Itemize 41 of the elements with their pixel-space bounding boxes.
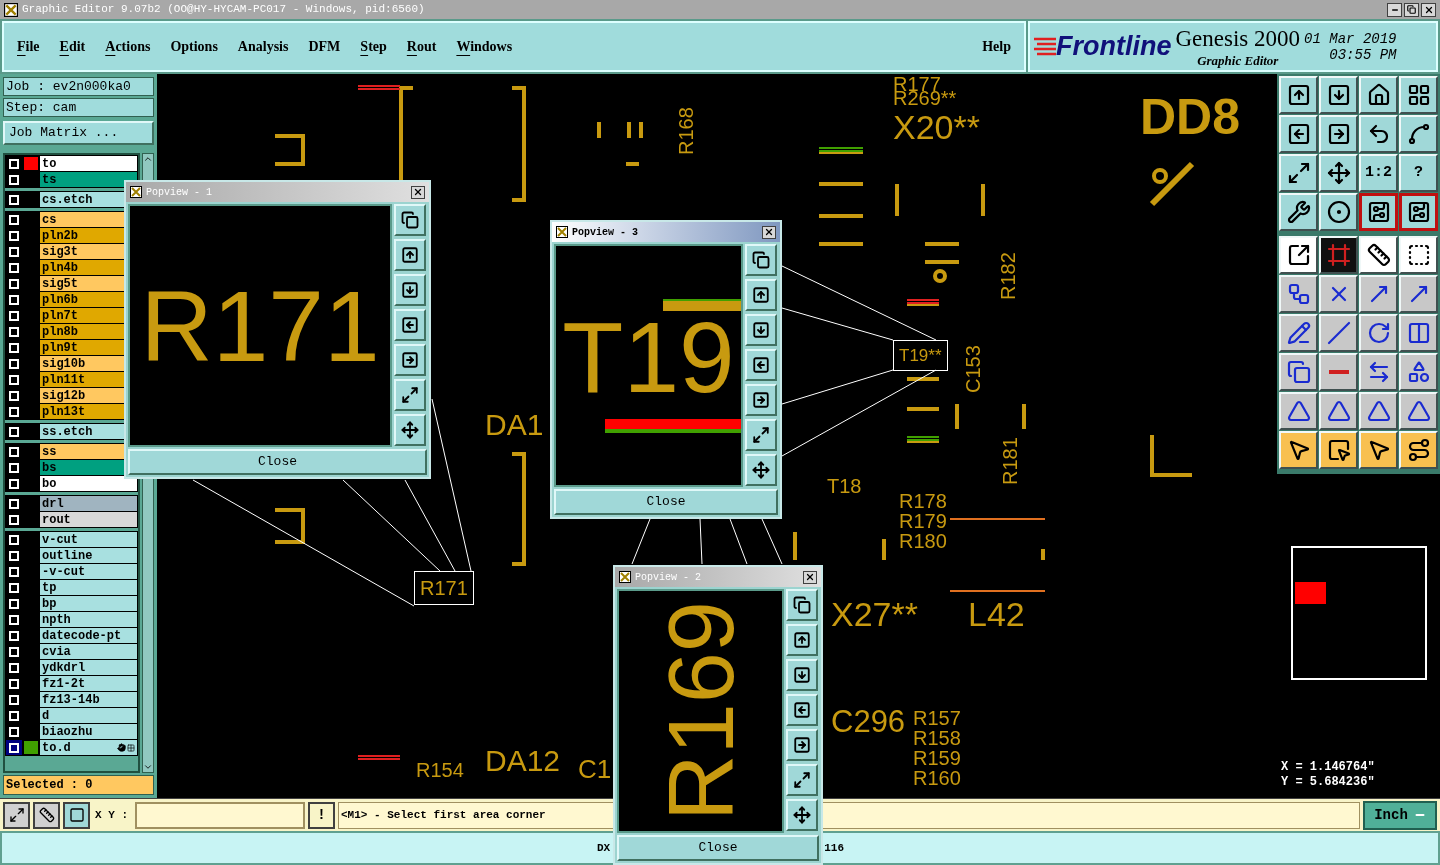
- selected-count: Selected : 0: [3, 775, 154, 795]
- xy-label: X Y :: [95, 807, 128, 823]
- silkscreen-label: R154: [416, 760, 464, 780]
- step-name: Step: cam: [3, 98, 154, 117]
- silkscreen-label: C1: [578, 756, 612, 782]
- silkscreen-label: R180: [899, 531, 947, 551]
- silkscreen-label: T18: [827, 476, 862, 496]
- silkscreen-label: C296: [831, 706, 906, 737]
- silkscreen-label: DD8: [1140, 92, 1241, 142]
- silkscreen-label: R159: [913, 748, 961, 768]
- framed-label: T19**: [893, 340, 948, 371]
- date-text: 01 Mar 2019: [1304, 30, 1397, 47]
- time-text: 03:55 PM: [1329, 46, 1397, 63]
- silkscreen-label: R160: [913, 768, 961, 788]
- silkscreen-label: R182: [998, 252, 1018, 300]
- silkscreen-label: DA1: [485, 410, 544, 440]
- status-text: 116: [824, 840, 844, 856]
- silkscreen-label: X27**: [831, 597, 918, 631]
- silkscreen-label: R178: [899, 491, 947, 511]
- popview-title: Popview - 3: [572, 225, 638, 240]
- framed-label: R171: [414, 571, 474, 605]
- y-coordinate: Y = 5.684236": [1281, 774, 1376, 790]
- job-name: Job : ev2n000ka0: [3, 77, 154, 96]
- magnified-label: T19: [562, 306, 735, 407]
- silkscreen-label: C153: [963, 345, 983, 393]
- silkscreen-label: L42: [968, 597, 1025, 631]
- product-name: Genesis 2000: [1175, 26, 1301, 50]
- silkscreen-label: DA12: [485, 746, 561, 776]
- silkscreen-label: R157: [913, 708, 961, 728]
- company-logo: Frontline: [1056, 33, 1172, 60]
- prompt-message: <M1> - Select first area corner: [341, 807, 546, 823]
- silkscreen-label: R179: [899, 511, 947, 531]
- window-title: Graphic Editor 9.07b2 (OO@HY-HYCAM-PC017 - Windows, pid:6560): [22, 2, 425, 18]
- status-text: DX: [597, 840, 611, 856]
- product-subtitle: Graphic Editor: [1197, 53, 1279, 67]
- x-coordinate: X = 1.146764": [1281, 759, 1376, 775]
- silkscreen-label: R181: [1000, 437, 1020, 485]
- silkscreen-label: R168: [676, 107, 696, 155]
- silkscreen-label: X20**: [893, 110, 980, 144]
- popview-title: Popview - 2: [635, 570, 701, 585]
- silkscreen-label: R158: [913, 728, 961, 748]
